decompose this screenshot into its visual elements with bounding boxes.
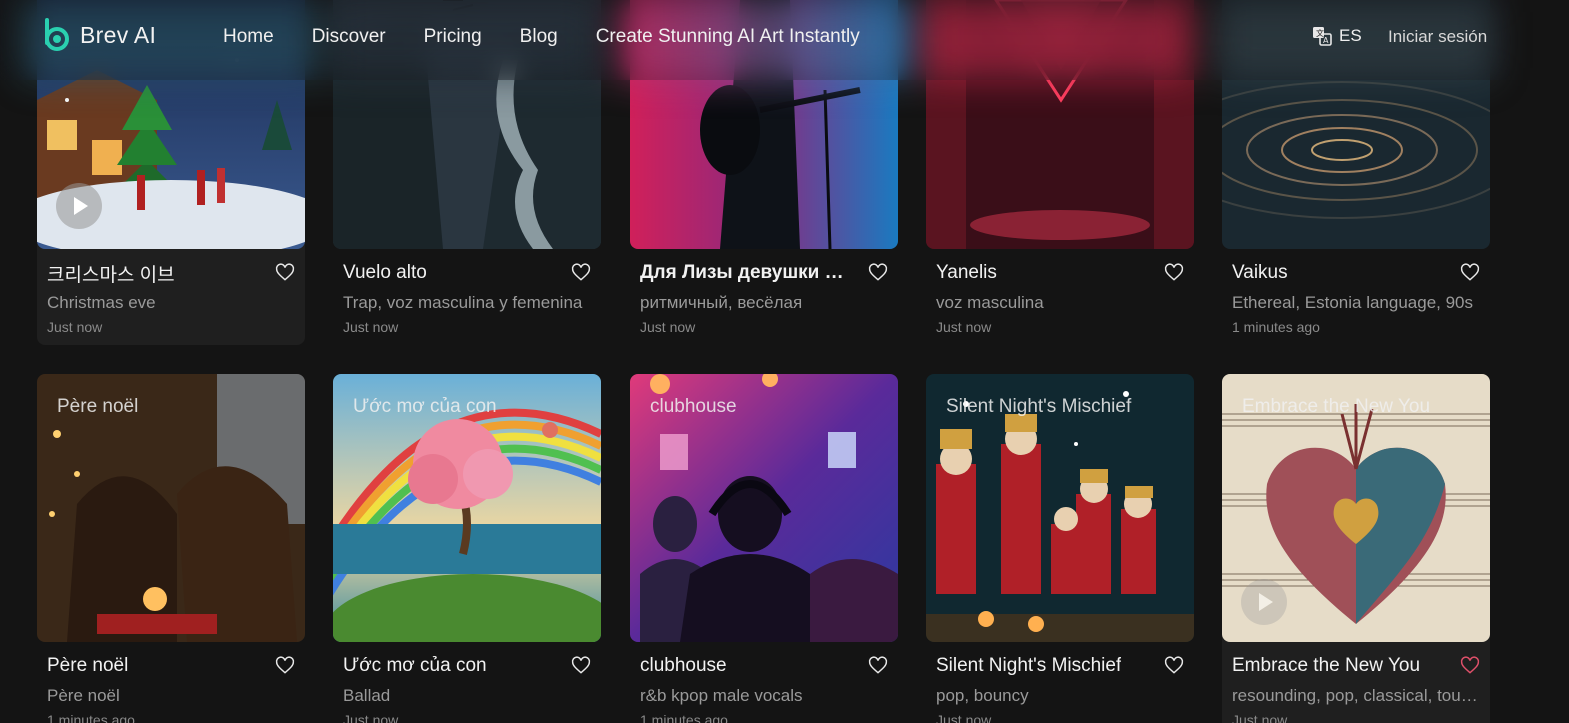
song-style: voz masculina bbox=[936, 293, 1044, 312]
cover-overlay-title: Ước mơ của con bbox=[353, 396, 497, 417]
song-timestamp: Just now bbox=[343, 319, 399, 335]
heart-icon[interactable] bbox=[275, 656, 295, 676]
song-info: 크리스마스 이브 Christmas eve Just now bbox=[37, 261, 305, 335]
song-title[interactable]: Silent Night's Mischief bbox=[936, 655, 1121, 677]
song-style: Christmas eve bbox=[47, 293, 156, 312]
song-cover[interactable]: Ước mơ của con bbox=[333, 374, 601, 642]
song-title[interactable]: clubhouse bbox=[640, 655, 727, 677]
signin-link[interactable]: Iniciar sesión bbox=[1388, 27, 1487, 47]
heart-icon[interactable] bbox=[868, 656, 888, 676]
song-info: Vuelo alto Trap, voz masculina y femenin… bbox=[333, 261, 601, 335]
song-cover[interactable]: Père noël bbox=[37, 374, 305, 642]
brand-name: Brev AI bbox=[80, 21, 157, 48]
nav-link-create-art[interactable]: Create Stunning AI Art Instantly bbox=[596, 26, 860, 48]
svg-text:A: A bbox=[1323, 36, 1329, 45]
song-title[interactable]: Vaikus bbox=[1232, 262, 1288, 284]
song-title[interactable]: Père noël bbox=[47, 655, 128, 677]
language-switcher[interactable]: 文 A ES bbox=[1312, 26, 1362, 46]
song-style: Père noël bbox=[47, 686, 120, 705]
song-info: Vaikus Ethereal, Estonia language, 90s 1… bbox=[1222, 261, 1490, 335]
heart-icon[interactable] bbox=[1164, 656, 1184, 676]
song-style: ритмичный, весёлая bbox=[640, 293, 803, 312]
heart-icon[interactable] bbox=[571, 263, 591, 283]
song-title[interactable]: Vuelo alto bbox=[343, 262, 427, 284]
song-style: r&b kpop male vocals bbox=[640, 686, 803, 705]
song-cover[interactable]: Embrace the New You bbox=[1222, 374, 1490, 642]
brand-logo-icon bbox=[42, 17, 72, 53]
song-title[interactable]: Yanelis bbox=[936, 262, 997, 284]
play-button[interactable] bbox=[1241, 579, 1287, 625]
heart-icon[interactable] bbox=[1460, 263, 1480, 283]
song-info: Silent Night's Mischief pop, bouncy Just… bbox=[926, 654, 1194, 723]
song-timestamp: 1 minutes ago bbox=[47, 712, 135, 723]
song-timestamp: 1 minutes ago bbox=[1232, 319, 1320, 335]
heart-icon[interactable] bbox=[275, 263, 295, 283]
top-navigation-bar: Brev AI Home Discover Pricing Blog Creat… bbox=[0, 0, 1510, 80]
song-style: pop, bouncy bbox=[936, 686, 1029, 705]
song-info: Père noël Père noël 1 minutes ago bbox=[37, 654, 305, 723]
nav-link-blog[interactable]: Blog bbox=[520, 26, 558, 48]
nav-link-home[interactable]: Home bbox=[223, 26, 274, 48]
song-timestamp: Just now bbox=[1232, 712, 1288, 723]
song-timestamp: Just now bbox=[936, 319, 992, 335]
song-style: Ethereal, Estonia language, 90s bbox=[1232, 293, 1474, 312]
cover-overlay-title: Silent Night's Mischief bbox=[946, 396, 1132, 417]
song-card[interactable]: Père noël Père noël Père noël 1 minutes … bbox=[37, 374, 305, 723]
song-timestamp: Just now bbox=[47, 319, 103, 335]
song-info: Ước mơ của con Ballad Just now bbox=[333, 654, 601, 723]
song-timestamp: Just now bbox=[640, 319, 696, 335]
song-style: resounding, pop, classical, touching bbox=[1232, 686, 1480, 705]
song-cover[interactable]: Silent Night's Mischief bbox=[926, 374, 1194, 642]
heart-icon-liked[interactable] bbox=[1460, 656, 1480, 676]
song-info: Embrace the New You resounding, pop, cla… bbox=[1222, 654, 1490, 723]
song-info: Yanelis voz masculina Just now bbox=[926, 261, 1194, 335]
song-title[interactable]: 크리스마스 이브 bbox=[47, 260, 175, 287]
cover-overlay-title: clubhouse bbox=[650, 396, 737, 417]
brand-logo[interactable]: Brev AI bbox=[42, 17, 156, 53]
cover-overlay-title: Embrace the New You bbox=[1242, 396, 1431, 417]
nav-link-discover[interactable]: Discover bbox=[312, 26, 386, 48]
translate-icon: 文 A bbox=[1313, 27, 1332, 46]
song-style: Ballad bbox=[343, 686, 391, 705]
song-card[interactable]: Embrace the New You Embrace the New You … bbox=[1222, 374, 1490, 723]
song-info: clubhouse r&b kpop male vocals 1 minutes… bbox=[630, 654, 898, 723]
language-label: ES bbox=[1339, 26, 1362, 45]
song-timestamp: Just now bbox=[936, 712, 992, 723]
nav-link-pricing[interactable]: Pricing bbox=[424, 26, 482, 48]
song-title[interactable]: Embrace the New You bbox=[1232, 655, 1420, 677]
song-title[interactable]: Для Лизы девушки моей bbox=[640, 262, 855, 284]
song-card[interactable]: Ước mơ của con Ước mơ của con Ballad Jus… bbox=[333, 374, 601, 723]
cover-overlay-title: Père noël bbox=[57, 396, 139, 417]
heart-icon[interactable] bbox=[1164, 263, 1184, 283]
song-timestamp: Just now bbox=[343, 712, 399, 723]
song-title[interactable]: Ước mơ của con bbox=[343, 655, 487, 677]
song-card[interactable]: clubhouse clubhouse r&b kpop male vocals… bbox=[630, 374, 898, 723]
heart-icon[interactable] bbox=[868, 263, 888, 283]
song-cover[interactable]: clubhouse bbox=[630, 374, 898, 642]
song-style: Trap, voz masculina y femenina bbox=[343, 293, 583, 312]
song-card[interactable]: Silent Night's Mischief Silent Night's M… bbox=[926, 374, 1194, 723]
play-button[interactable] bbox=[56, 183, 102, 229]
song-timestamp: 1 minutes ago bbox=[640, 712, 728, 723]
main-nav: Home Discover Pricing Blog Create Stunni… bbox=[223, 26, 898, 48]
heart-icon[interactable] bbox=[571, 656, 591, 676]
song-info: Для Лизы девушки моей ритмичный, весёлая… bbox=[630, 261, 898, 335]
